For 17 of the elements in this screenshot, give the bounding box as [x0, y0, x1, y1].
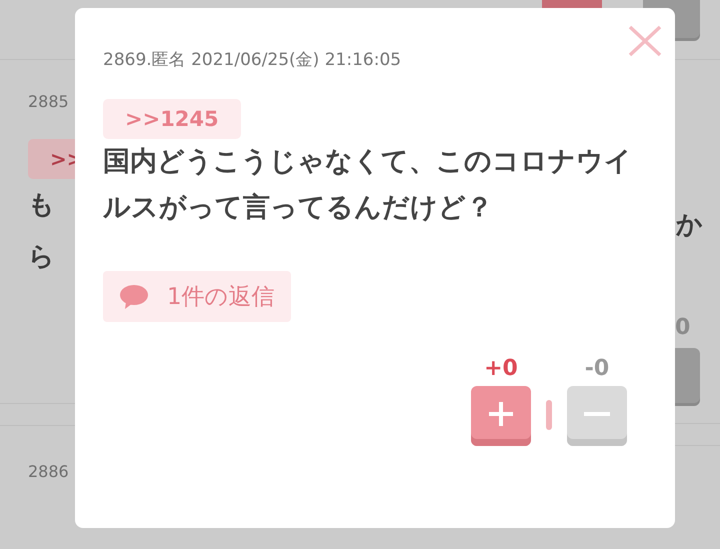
- upvote-button[interactable]: [471, 386, 531, 446]
- downvote-button[interactable]: [567, 386, 627, 446]
- minus-icon: [582, 412, 612, 416]
- replies-button[interactable]: 1件の返信: [103, 271, 291, 322]
- post-number: 2885: [28, 92, 70, 111]
- post-number: 2886: [28, 462, 70, 481]
- post-text: か: [676, 209, 704, 242]
- post-text: ら: [28, 241, 56, 274]
- vote-ratio-bar: [546, 400, 552, 430]
- reply-link[interactable]: >>1245: [103, 99, 241, 139]
- post-meta: 2869.匿名 2021/06/25(金) 21:16:05: [103, 49, 402, 71]
- speech-bubble-icon: [119, 284, 149, 310]
- post-text: も: [28, 189, 56, 222]
- upvote-count: +0: [484, 356, 518, 381]
- downvote-count: -0: [584, 356, 610, 381]
- close-icon[interactable]: [628, 25, 662, 57]
- downvote-count: 0: [675, 315, 692, 340]
